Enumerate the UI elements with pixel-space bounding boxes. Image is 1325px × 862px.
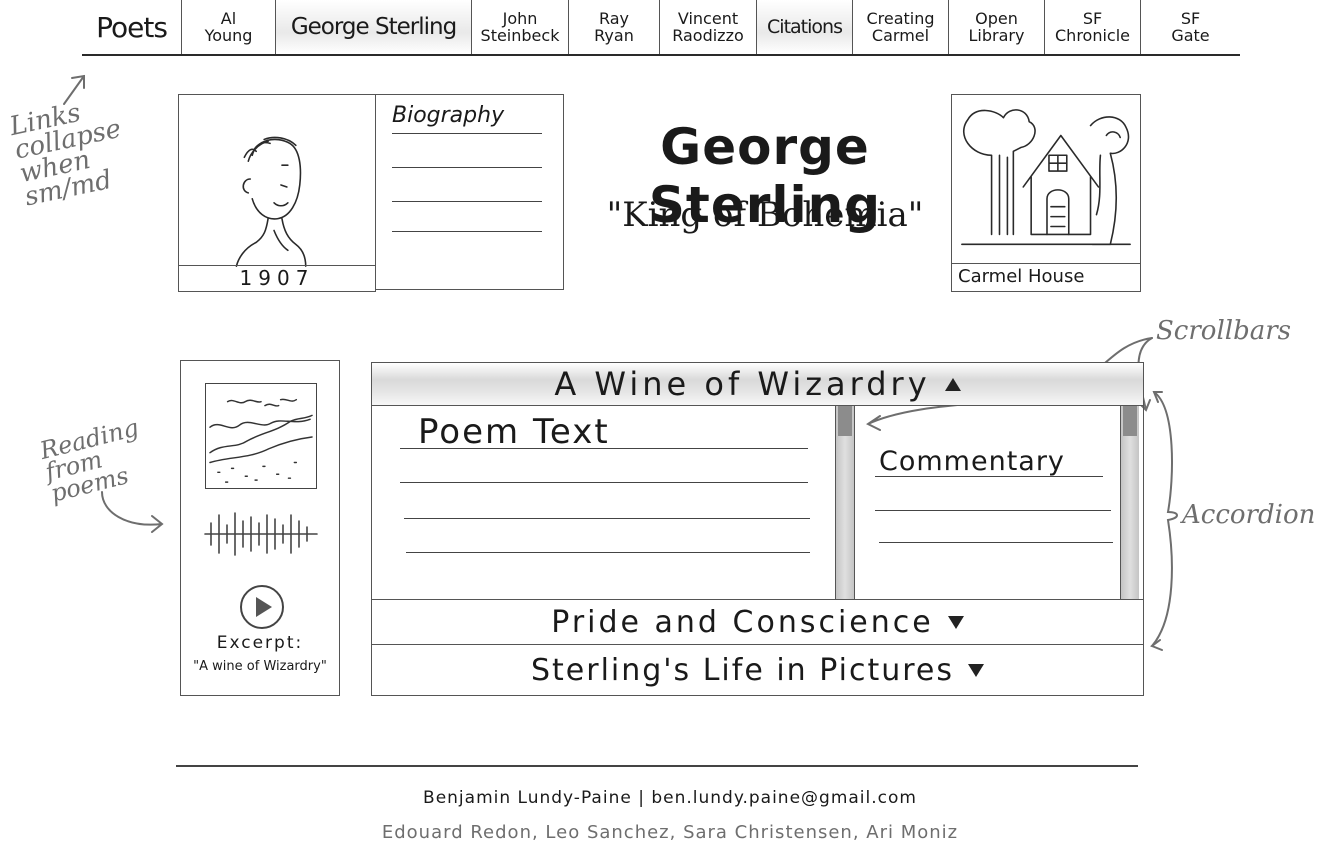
portrait-sketch-image [235,136,307,267]
nav-link-sf-chronicle[interactable]: SF Chronicle [1045,0,1141,54]
commentary-scrollbar[interactable] [1121,406,1139,599]
excerpt-title: "A wine of Wizardry" [193,659,327,674]
nav-link-john-steinbeck[interactable]: John Steinbeck [472,0,569,54]
commentary-pane: Commentary [854,406,1121,599]
annotation-arrow-icon [63,74,85,105]
play-icon [256,597,272,617]
accordion-header-life-in-pictures[interactable]: Sterling's Life in Pictures [372,645,1143,695]
footer-credit: Benjamin Lundy-Paine | ben.lundy.paine@g… [423,788,917,808]
text-line [875,476,1103,477]
commentary-title: Commentary [879,446,1065,477]
annotation-scrollbars: Scrollbars [1156,316,1292,346]
landscape-thumbnail-image [205,383,317,489]
nav-link-ray-ryan[interactable]: Ray Ryan [569,0,660,54]
text-line [392,231,542,232]
top-nav: Poets Al Young George Sterling John Stei… [82,0,1240,56]
nav-link-al-young[interactable]: Al Young [182,0,276,54]
house-sketch-image [961,109,1131,246]
house-caption: Carmel House [952,263,1140,291]
annotation-bracket-icon [1149,391,1178,651]
accordion-header-pride-and-conscience[interactable]: Pride and Conscience [372,599,1143,645]
nav-link-creating-carmel[interactable]: Creating Carmel [853,0,949,54]
audio-waveform-icon [204,512,318,556]
poem-accordion: A Wine of Wizardry Poem Text Commentary … [371,362,1144,696]
accordion-header-label: Sterling's Life in Pictures [530,652,955,688]
play-button[interactable] [240,585,284,629]
annotation-arrow-icon [101,491,164,533]
audio-excerpt-panel: Excerpt: "A wine of Wizardry" [180,360,340,696]
text-line [879,542,1113,543]
footer-contributors: Edouard Redon, Leo Sanchez, Sara Christe… [381,822,959,843]
text-line [400,448,808,449]
chevron-down-icon [947,615,964,629]
portrait-caption: 1907 [179,265,375,291]
biography-card[interactable]: Biography [376,94,564,290]
poem-text-pane: Poem Text [372,406,836,599]
footer-divider [176,765,1138,767]
page-subtitle: "King of Bohemia" [606,195,924,235]
nav-link-citations[interactable]: Citations [757,0,853,54]
portrait-card: 1907 [178,94,376,292]
nav-link-open-library[interactable]: Open Library [949,0,1045,54]
nav-link-george-sterling[interactable]: George Sterling [276,0,472,54]
text-line [392,201,542,202]
excerpt-label: Excerpt: [216,633,304,653]
text-line [392,133,542,134]
annotation-accordion: Accordion [1182,500,1316,530]
text-line [400,482,808,483]
chevron-down-icon [968,663,985,677]
chevron-up-icon [944,377,961,391]
accordion-header-label: A Wine of Wizardry [554,365,931,403]
scrollbar-thumb[interactable] [1123,406,1137,436]
accordion-header-wine-of-wizardry[interactable]: A Wine of Wizardry [372,363,1143,406]
text-line [404,518,810,519]
accordion-header-label: Pride and Conscience [551,604,934,640]
nav-link-vincent-raodizzo[interactable]: Vincent Raodizzo [660,0,757,54]
carmel-house-card[interactable]: Carmel House [951,94,1141,292]
brand-logo[interactable]: Poets [82,0,182,54]
poem-scrollbar[interactable] [836,406,854,599]
biography-title: Biography [392,103,505,128]
text-line [875,510,1111,511]
text-line [392,167,542,168]
poem-text-title: Poem Text [418,412,610,452]
nav-link-sf-gate[interactable]: SF Gate [1141,0,1240,54]
text-line [406,552,810,553]
scrollbar-thumb[interactable] [838,406,852,436]
